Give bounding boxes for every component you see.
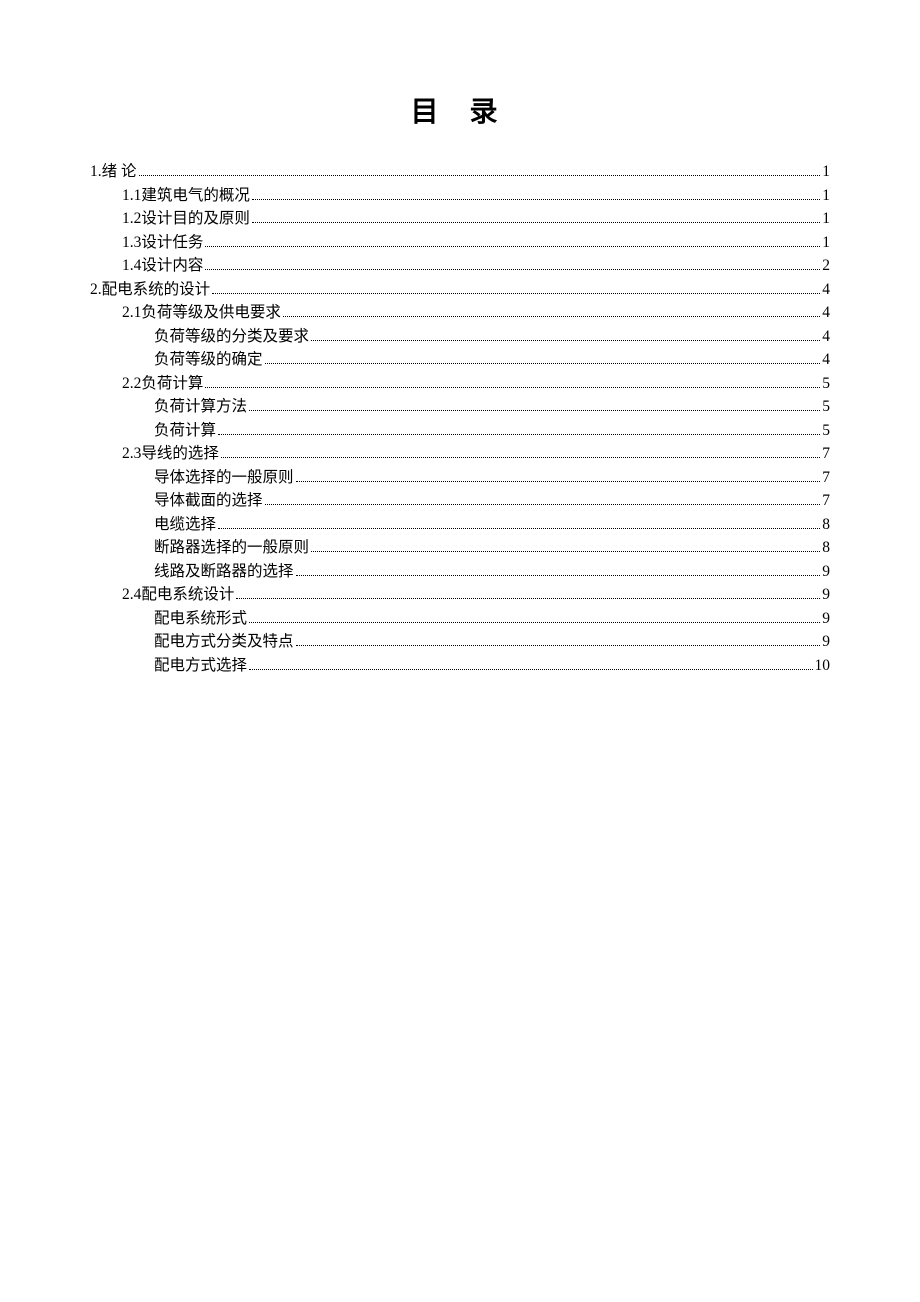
toc-entry-label: 负荷计算方法	[154, 399, 247, 415]
toc-entry-page: 1	[822, 211, 830, 227]
toc-entry: 配电方式选择 10	[90, 658, 830, 674]
toc-leader-dots	[218, 528, 820, 529]
toc-entry: 1.2设计目的及原则 1	[90, 211, 830, 227]
toc-leader-dots	[283, 316, 820, 317]
toc-entry-page: 8	[822, 517, 830, 533]
toc-entry: 1.4设计内容 2	[90, 258, 830, 274]
toc-entry-page: 4	[822, 305, 830, 321]
toc-entry-page: 5	[822, 423, 830, 439]
toc-entry: 配电方式分类及特点 9	[90, 634, 830, 650]
toc-entry-page: 8	[822, 540, 830, 556]
toc-entry-page: 10	[815, 658, 831, 674]
toc-entry-label: 2.2负荷计算	[122, 376, 203, 392]
toc-entry-page: 5	[822, 399, 830, 415]
toc-entry: 导体截面的选择 7	[90, 493, 830, 509]
toc-entry: 负荷等级的确定 4	[90, 352, 830, 368]
toc-entry-label: 2.1负荷等级及供电要求	[122, 305, 281, 321]
toc-entry-page: 4	[822, 329, 830, 345]
toc-leader-dots	[205, 246, 820, 247]
toc-entry-label: 2.配电系统的设计	[90, 282, 210, 298]
toc-entry: 导体选择的一般原则 7	[90, 470, 830, 486]
toc-entry-label: 电缆选择	[154, 517, 216, 533]
toc-entry-page: 1	[822, 164, 830, 180]
toc-leader-dots	[311, 340, 820, 341]
toc-entry-label: 负荷等级的分类及要求	[154, 329, 309, 345]
toc-entry-label: 2.4配电系统设计	[122, 587, 234, 603]
toc-entry: 线路及断路器的选择 9	[90, 564, 830, 580]
toc-entry-label: 1.绪 论	[90, 164, 137, 180]
toc-entry: 2.1负荷等级及供电要求 4	[90, 305, 830, 321]
toc-entry: 电缆选择 8	[90, 517, 830, 533]
toc-leader-dots	[218, 434, 820, 435]
toc-leader-dots	[296, 575, 821, 576]
toc-leader-dots	[205, 269, 820, 270]
toc-entry-label: 导体选择的一般原则	[154, 470, 294, 486]
toc-entry-page: 5	[822, 376, 830, 392]
toc-entry-label: 1.1建筑电气的概况	[122, 188, 250, 204]
toc-entry-label: 2.3导线的选择	[122, 446, 219, 462]
toc-entry-page: 2	[822, 258, 830, 274]
toc-entry-label: 导体截面的选择	[154, 493, 263, 509]
toc-entry: 负荷等级的分类及要求 4	[90, 329, 830, 345]
toc-entry-label: 配电方式选择	[154, 658, 247, 674]
toc-entry: 1.1建筑电气的概况 1	[90, 188, 830, 204]
toc-entry: 配电系统形式 9	[90, 611, 830, 627]
toc-entry: 负荷计算 5	[90, 423, 830, 439]
toc-entry: 1.绪 论 1	[90, 164, 830, 180]
toc-leader-dots	[221, 457, 820, 458]
toc-leader-dots	[311, 551, 820, 552]
toc-entry: 断路器选择的一般原则 8	[90, 540, 830, 556]
toc-entry-page: 9	[822, 611, 830, 627]
toc-entry-page: 4	[822, 352, 830, 368]
toc-entry-label: 负荷等级的确定	[154, 352, 263, 368]
toc-entry-label: 配电方式分类及特点	[154, 634, 294, 650]
toc-entry-label: 1.3设计任务	[122, 235, 203, 251]
toc-leader-dots	[205, 387, 820, 388]
toc-leader-dots	[296, 481, 821, 482]
table-of-contents: 1.绪 论 1 1.1建筑电气的概况 1 1.2设计目的及原则 1 1.3设计任务 1 1.4设…	[90, 164, 830, 673]
toc-entry-page: 9	[822, 587, 830, 603]
toc-entry-label: 1.4设计内容	[122, 258, 203, 274]
toc-entry-label: 1.2设计目的及原则	[122, 211, 250, 227]
toc-leader-dots	[265, 363, 821, 364]
toc-leader-dots	[249, 622, 820, 623]
toc-entry-page: 9	[822, 634, 830, 650]
toc-entry-page: 7	[822, 446, 830, 462]
toc-leader-dots	[252, 222, 820, 223]
toc-entry-page: 9	[822, 564, 830, 580]
toc-entry-label: 配电系统形式	[154, 611, 247, 627]
toc-entry-label: 断路器选择的一般原则	[154, 540, 309, 556]
toc-entry-page: 4	[822, 282, 830, 298]
toc-entry: 1.3设计任务 1	[90, 235, 830, 251]
toc-entry: 2.3导线的选择 7	[90, 446, 830, 462]
toc-leader-dots	[212, 293, 820, 294]
toc-entry: 2.配电系统的设计 4	[90, 282, 830, 298]
toc-entry-page: 1	[822, 188, 830, 204]
toc-leader-dots	[296, 645, 821, 646]
toc-leader-dots	[249, 410, 820, 411]
toc-entry: 2.4配电系统设计 9	[90, 587, 830, 603]
toc-entry: 2.2负荷计算 5	[90, 376, 830, 392]
toc-leader-dots	[139, 175, 821, 176]
toc-leader-dots	[249, 669, 812, 670]
toc-entry-label: 负荷计算	[154, 423, 216, 439]
toc-entry-page: 1	[822, 235, 830, 251]
toc-entry: 负荷计算方法 5	[90, 399, 830, 415]
toc-leader-dots	[265, 504, 821, 505]
toc-entry-page: 7	[822, 470, 830, 486]
toc-leader-dots	[236, 598, 820, 599]
toc-leader-dots	[252, 199, 820, 200]
toc-entry-label: 线路及断路器的选择	[154, 564, 294, 580]
toc-entry-page: 7	[822, 493, 830, 509]
page-title: 目 录	[90, 90, 830, 130]
